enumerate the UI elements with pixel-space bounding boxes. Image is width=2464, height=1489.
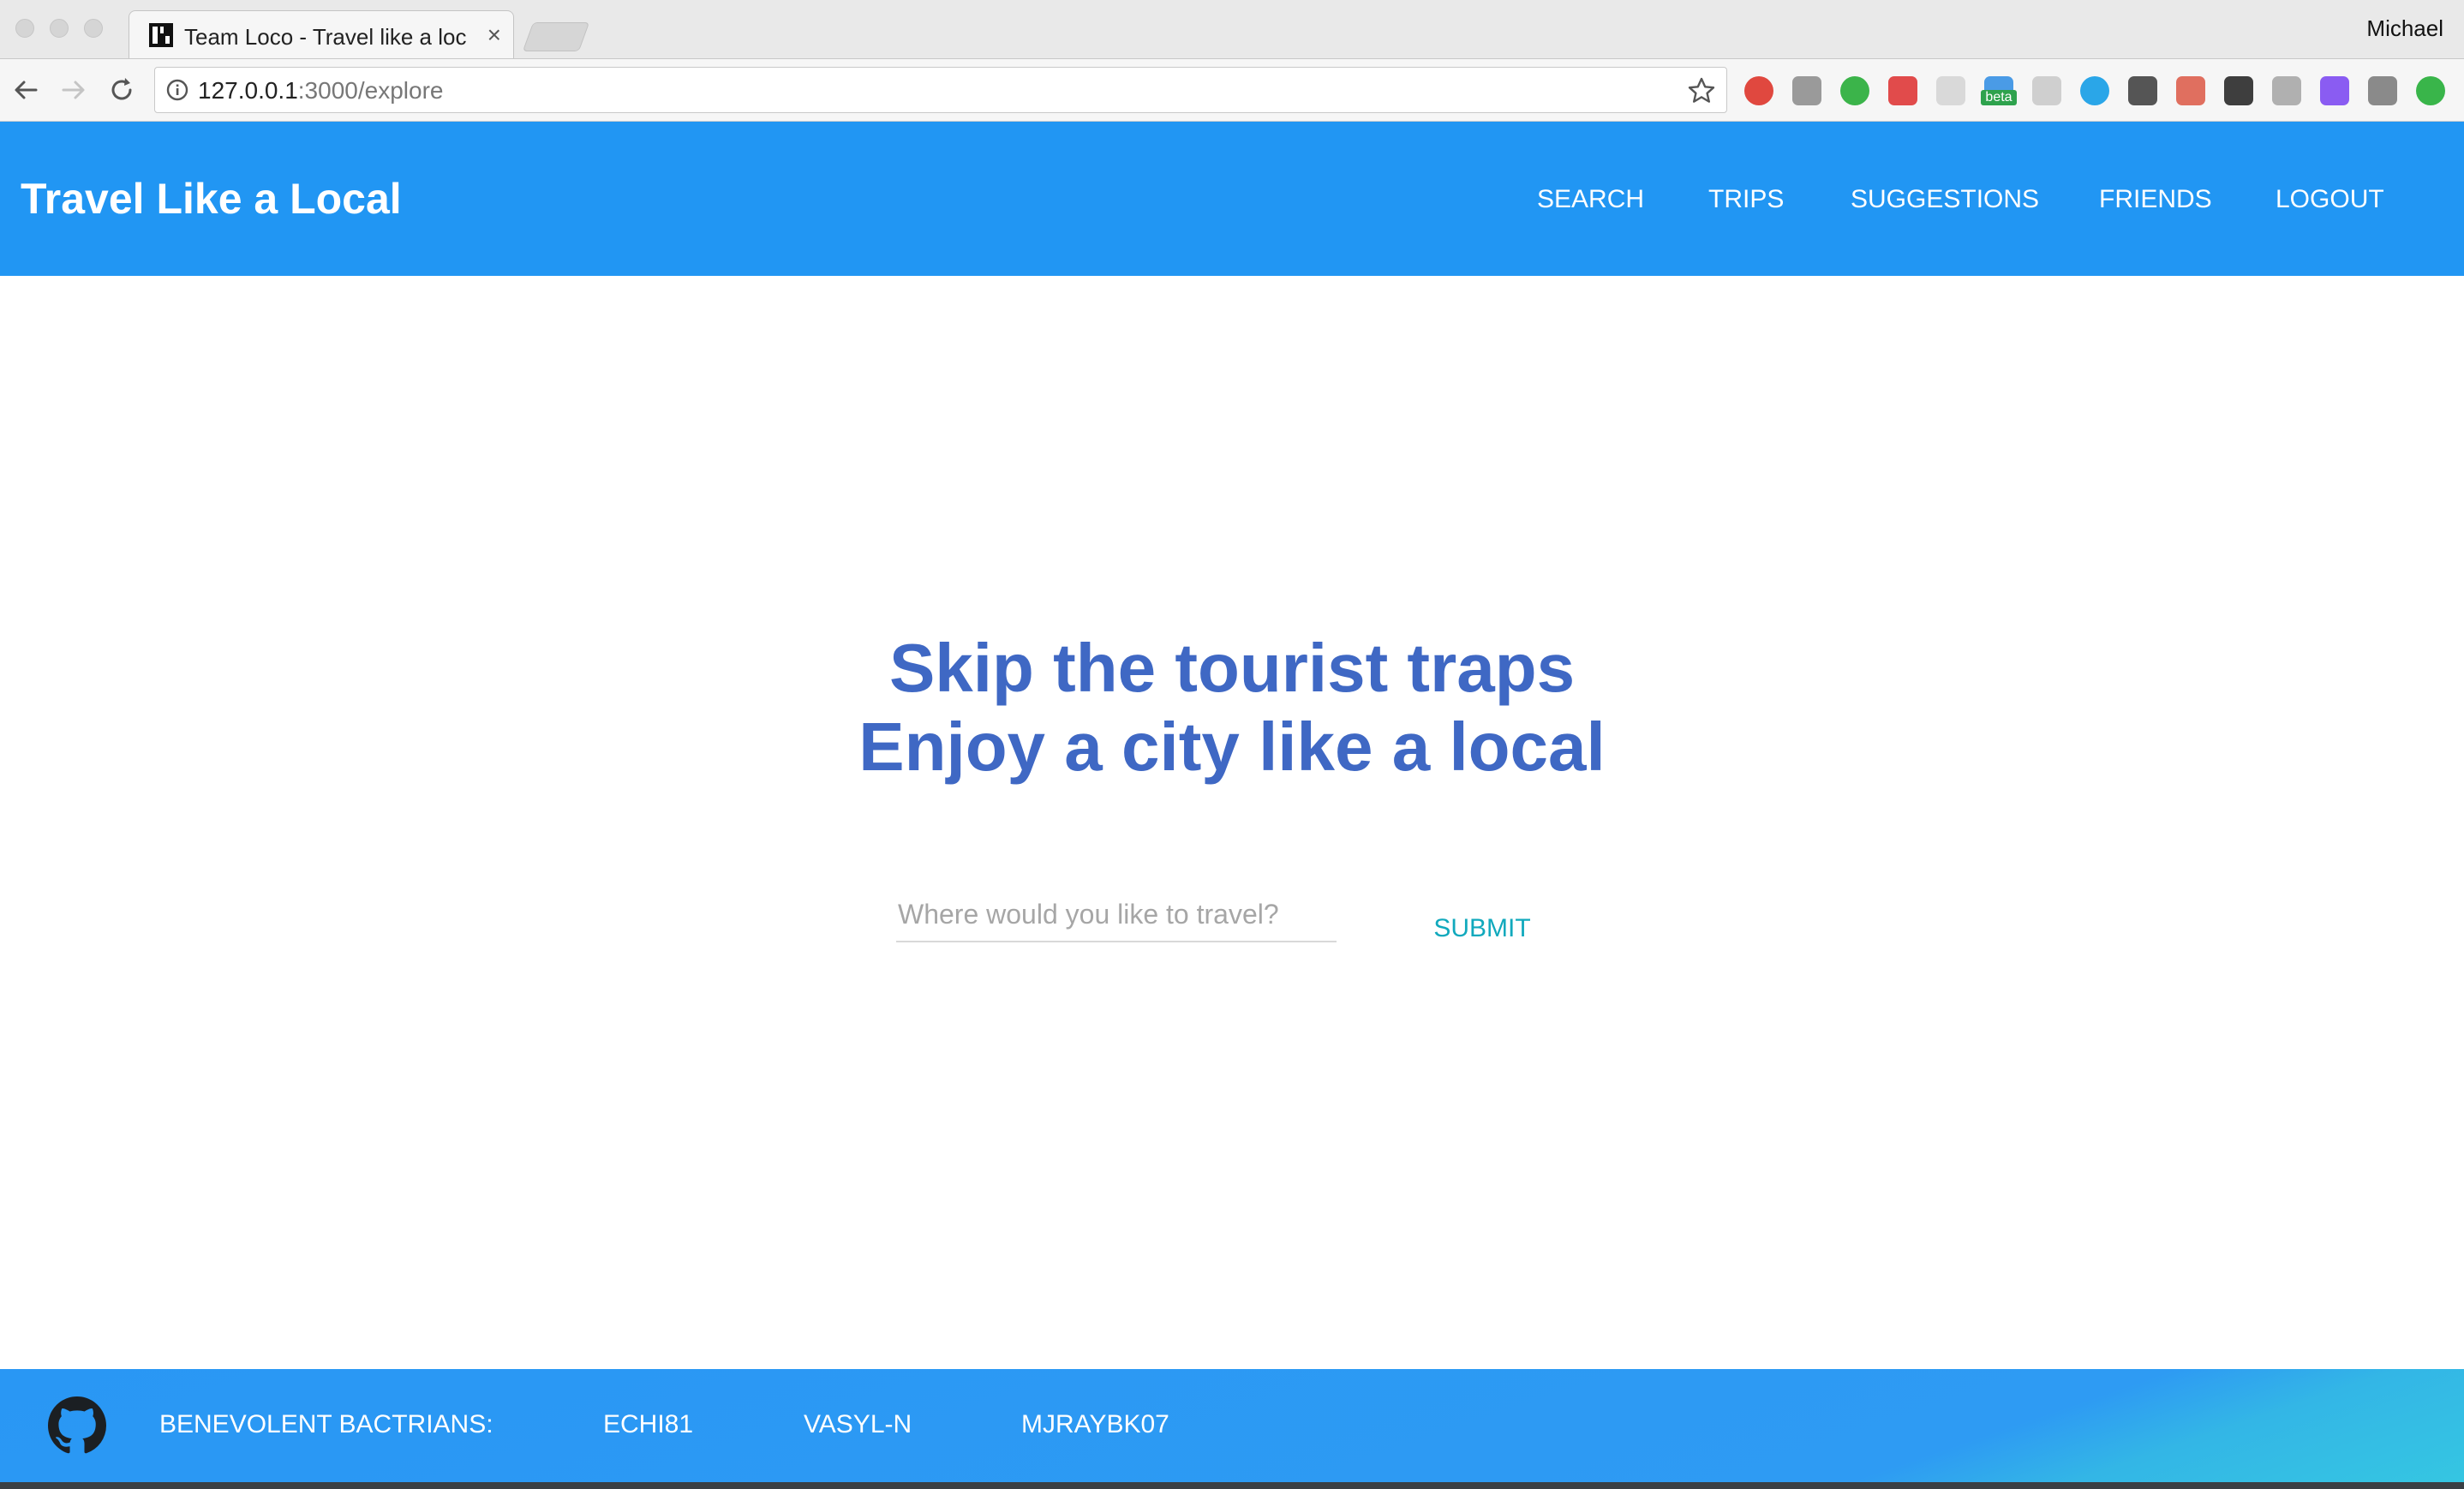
new-tab-button[interactable]	[522, 22, 590, 51]
back-arrow-icon[interactable]	[9, 73, 43, 107]
bowtie-extension-icon[interactable]	[2368, 76, 2397, 105]
address-bar[interactable]: 127.0.0.1:3000/explore	[154, 67, 1727, 113]
tab-close-icon[interactable]: ×	[487, 21, 501, 49]
forward-arrow-icon[interactable]	[57, 73, 91, 107]
member-link-echi81[interactable]: ECHI81	[603, 1408, 693, 1441]
waveform-icon[interactable]	[1792, 76, 1821, 105]
window-zoom-button[interactable]	[84, 19, 103, 38]
film-clapper-icon	[149, 23, 173, 47]
submit-button[interactable]: SUBMIT	[1422, 910, 1542, 948]
team-label: BENEVOLENT BACTRIANS:	[159, 1410, 493, 1438]
beta-badge: beta	[1981, 90, 2017, 105]
origami-icon[interactable]	[2272, 76, 2301, 105]
hero-headline-line-2: Enjoy a city like a local	[858, 709, 1606, 785]
tab-title: Team Loco - Travel like a local	[184, 24, 467, 50]
triangle-extension-icon[interactable]	[2320, 76, 2349, 105]
github-icon[interactable]	[48, 1396, 106, 1455]
beta-extension-icon[interactable]: beta	[1981, 76, 2017, 105]
reload-icon[interactable]	[105, 73, 139, 107]
url-text[interactable]: 127.0.0.1:3000/explore	[198, 76, 443, 105]
nav-friends[interactable]: FRIENDS	[2099, 183, 2212, 216]
window-minimize-button[interactable]	[50, 19, 69, 38]
lightbulb-icon[interactable]	[2128, 76, 2157, 105]
profile-name[interactable]: Michael	[2366, 14, 2443, 43]
url-host: 127.0.0.1	[198, 77, 298, 104]
footer: BENEVOLENT BACTRIANS: ECHI81 VASYL-N MJR…	[0, 1369, 2464, 1482]
cat-extension-icon[interactable]	[2224, 76, 2253, 105]
browser-titlebar: Team Loco - Travel like a local × Michae…	[0, 0, 2464, 60]
member-link-mjraybk07[interactable]: MJRAYBK07	[1021, 1408, 1169, 1441]
update-arrow-icon[interactable]	[2416, 76, 2445, 105]
nav-search[interactable]: SEARCH	[1537, 183, 1644, 216]
browser-tab[interactable]: Team Loco - Travel like a local ×	[129, 10, 514, 60]
destination-search-input[interactable]	[896, 888, 1337, 942]
info-icon[interactable]	[165, 78, 189, 102]
url-path: :3000/explore	[297, 77, 444, 104]
nav-logout[interactable]: LOGOUT	[2276, 183, 2384, 216]
forward-media-icon[interactable]	[1888, 76, 1917, 105]
window-close-button[interactable]	[15, 19, 34, 38]
reader-icon[interactable]	[1936, 76, 1965, 105]
brand-title[interactable]: Travel Like a Local	[21, 171, 402, 226]
skype-icon[interactable]	[2080, 76, 2109, 105]
photo-extension-icon[interactable]	[2176, 76, 2205, 105]
hangouts-icon[interactable]	[1840, 76, 1869, 105]
nav-suggestions[interactable]: SUGGESTIONS	[1851, 183, 2039, 216]
hero-headline-line-1: Skip the tourist traps	[888, 630, 1576, 706]
member-link-vasyl-n[interactable]: VASYL-N	[804, 1408, 912, 1441]
bookmark-star-icon[interactable]	[1687, 76, 1716, 105]
app-header: Travel Like a Local SEARCH TRIPS SUGGEST…	[0, 122, 2464, 276]
window-bottom-edge	[0, 1482, 2464, 1489]
screen-capture-icon[interactable]	[2032, 76, 2061, 105]
nav-trips[interactable]: TRIPS	[1708, 183, 1784, 216]
browser-toolbar: 127.0.0.1:3000/explore beta	[0, 58, 2464, 122]
adblock-plus-icon[interactable]	[1744, 76, 1773, 105]
